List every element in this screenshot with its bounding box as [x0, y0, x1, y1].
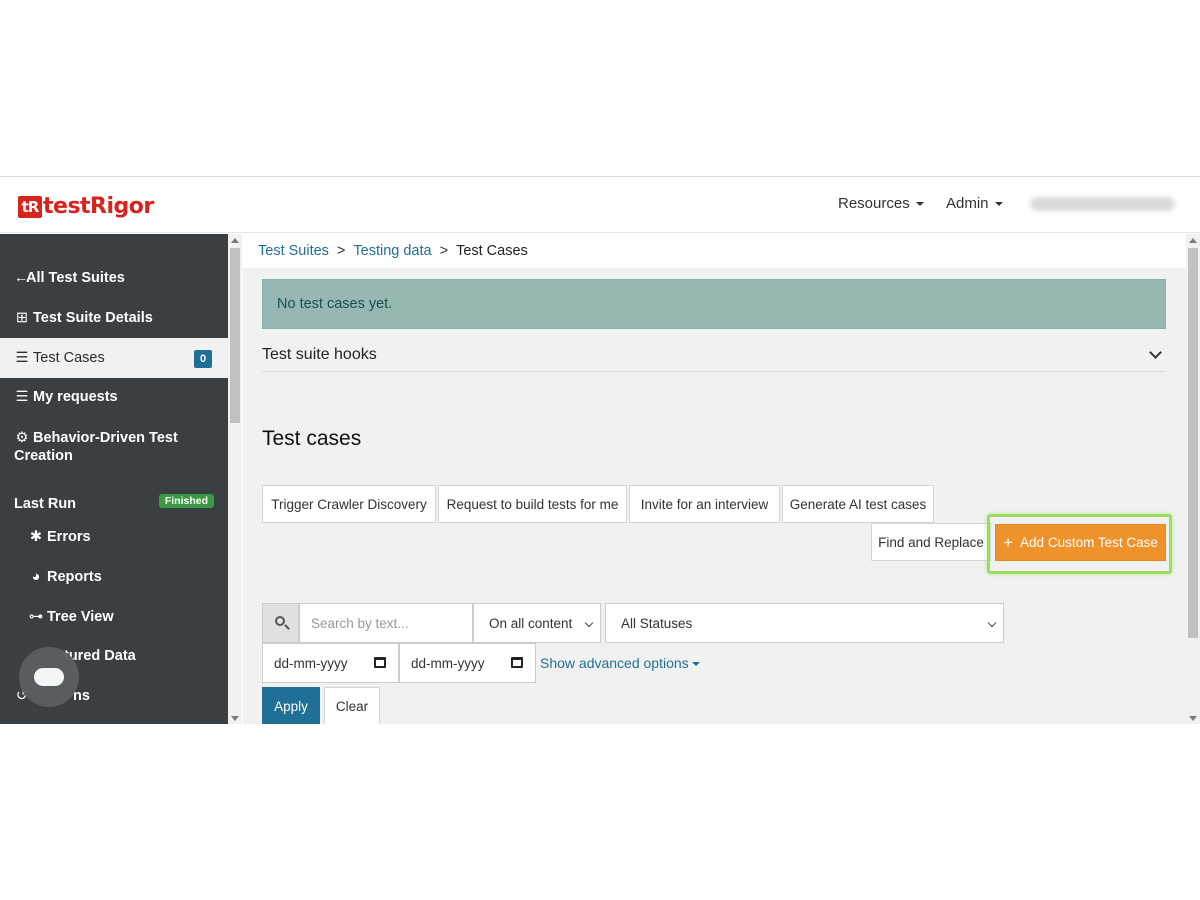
advanced-label: Show advanced options: [540, 655, 689, 671]
chevron-down-icon: [584, 618, 594, 628]
scroll-up-icon: [231, 238, 239, 243]
content-scope-value: On all content: [489, 615, 573, 631]
sidebar-item-last-run[interactable]: Last Run Finished: [0, 484, 228, 524]
test-cases-count-badge: 0: [194, 350, 212, 368]
highlight-outline: [987, 514, 1172, 574]
date-from-input[interactable]: dd-mm-yyyy: [262, 643, 399, 683]
top-navbar: tR testRigor Resources Admin: [0, 177, 1200, 233]
clear-button[interactable]: Clear: [324, 687, 380, 724]
sidebar-item-bdd-creation[interactable]: ⚙ Behavior-Driven Test Creation: [0, 424, 228, 470]
breadcrumb-separator: >: [336, 243, 346, 259]
caret-down-icon: [915, 201, 924, 206]
test-suite-hooks-toggle[interactable]: Test suite hooks: [262, 346, 1166, 372]
chat-widget-button[interactable]: [19, 647, 79, 707]
find-and-replace-button[interactable]: Find and Replace: [871, 523, 991, 561]
date-from-value: dd-mm-yyyy: [274, 655, 348, 671]
brand-logo[interactable]: tR testRigor: [18, 194, 154, 219]
sidebar-item-label: Behavior-Driven Test: [33, 430, 178, 446]
pie-chart-icon: ◕: [31, 569, 41, 585]
sidebar-item-test-cases[interactable]: ☰ Test Cases 0: [0, 338, 228, 378]
admin-label: Admin: [946, 195, 989, 212]
show-advanced-options-link[interactable]: Show advanced options: [540, 655, 700, 671]
sidebar-item-label: Reports: [47, 569, 102, 585]
sidebar-item-label: Test Cases: [33, 350, 105, 366]
sidebar-scrollbar[interactable]: [228, 234, 242, 724]
search-icon: [262, 603, 299, 643]
chat-icon: [34, 668, 64, 686]
status-select[interactable]: All Statuses: [605, 603, 1004, 643]
sidebar-item-label: Tree View: [47, 609, 114, 625]
content-scope-select[interactable]: On all content: [473, 603, 601, 643]
robot-icon: ⚙: [15, 430, 29, 446]
logo-text: testRigor: [43, 194, 154, 219]
sidebar-item-reports[interactable]: ◕ Reports: [0, 565, 228, 589]
generate-ai-test-cases-button[interactable]: Generate AI test cases: [782, 485, 934, 523]
trigger-crawler-discovery-button[interactable]: Trigger Crawler Discovery: [262, 485, 436, 523]
section-title: Test cases: [262, 427, 362, 450]
sidebar-item-label: Last Run: [14, 496, 77, 512]
sidebar-item-label: Test Suite Details: [33, 310, 153, 326]
sidebar-item-all-test-suites[interactable]: ← All Test Suites: [0, 266, 228, 290]
list-icon: ☰: [15, 389, 29, 405]
breadcrumb-current: Test Cases: [456, 243, 528, 259]
scrollbar-thumb[interactable]: [230, 248, 240, 423]
resources-label: Resources: [838, 195, 910, 212]
caret-down-icon: [691, 662, 700, 667]
sidebar-item-test-suite-details[interactable]: ⊞ Test Suite Details: [0, 306, 228, 330]
sidebar: ← All Test Suites ⊞ Test Suite Details ☰…: [0, 234, 228, 724]
status-value: All Statuses: [621, 615, 693, 631]
resources-menu[interactable]: Resources: [838, 195, 924, 212]
request-build-tests-button[interactable]: Request to build tests for me: [438, 485, 627, 523]
empty-state-alert: No test cases yet.: [262, 279, 1166, 329]
date-to-input[interactable]: dd-mm-yyyy: [399, 643, 536, 683]
sidebar-item-my-requests[interactable]: ☰ My requests: [0, 385, 228, 409]
chevron-down-icon: [1149, 346, 1162, 359]
user-menu[interactable]: [1030, 197, 1175, 211]
calendar-icon[interactable]: [374, 657, 386, 668]
calendar-icon[interactable]: [511, 657, 523, 668]
apply-button[interactable]: Apply: [262, 687, 320, 724]
arrow-left-icon: ←: [14, 270, 29, 286]
sidebar-item-tree-view[interactable]: ⊶ Tree View: [0, 605, 228, 629]
list-icon: ☰: [15, 350, 29, 366]
sidebar-item-label: All Test Suites: [26, 270, 125, 286]
scroll-down-icon: [231, 716, 239, 721]
breadcrumb-separator: >: [439, 243, 449, 259]
sidebar-item-label: Errors: [47, 529, 91, 545]
sidebar-item-label: My requests: [33, 389, 118, 405]
scroll-down-icon: [1189, 716, 1197, 721]
date-to-value: dd-mm-yyyy: [411, 655, 485, 671]
scroll-up-icon: [1189, 238, 1197, 243]
logo-mark: tR: [18, 195, 42, 218]
filter-row: Search by text... On all content All Sta…: [262, 603, 1004, 643]
caret-down-icon: [994, 201, 1003, 206]
alert-text: No test cases yet.: [277, 296, 393, 312]
breadcrumb-test-suites[interactable]: Test Suites: [258, 243, 329, 259]
sitemap-icon: ⊶: [28, 609, 44, 625]
bug-icon: ✱: [29, 529, 43, 545]
breadcrumb-testing-data[interactable]: Testing data: [353, 243, 431, 259]
main-content: Test Suites > Testing data > Test Cases …: [243, 234, 1186, 724]
admin-menu[interactable]: Admin: [946, 195, 1003, 212]
hooks-title: Test suite hooks: [262, 346, 377, 363]
scrollbar-thumb[interactable]: [1188, 248, 1198, 638]
sidebar-item-label-line2: Creation: [14, 448, 73, 464]
app-window: tR testRigor Resources Admin ← All Test …: [0, 176, 1200, 724]
grid-icon: ⊞: [15, 310, 29, 326]
main-scrollbar[interactable]: [1186, 234, 1200, 724]
breadcrumb: Test Suites > Testing data > Test Cases: [243, 234, 1186, 268]
search-input[interactable]: Search by text...: [299, 603, 473, 643]
sidebar-item-errors[interactable]: ✱ Errors: [0, 525, 228, 549]
chevron-down-icon: [987, 618, 997, 628]
invite-interview-button[interactable]: Invite for an interview: [629, 485, 780, 523]
status-badge: Finished: [158, 494, 214, 508]
